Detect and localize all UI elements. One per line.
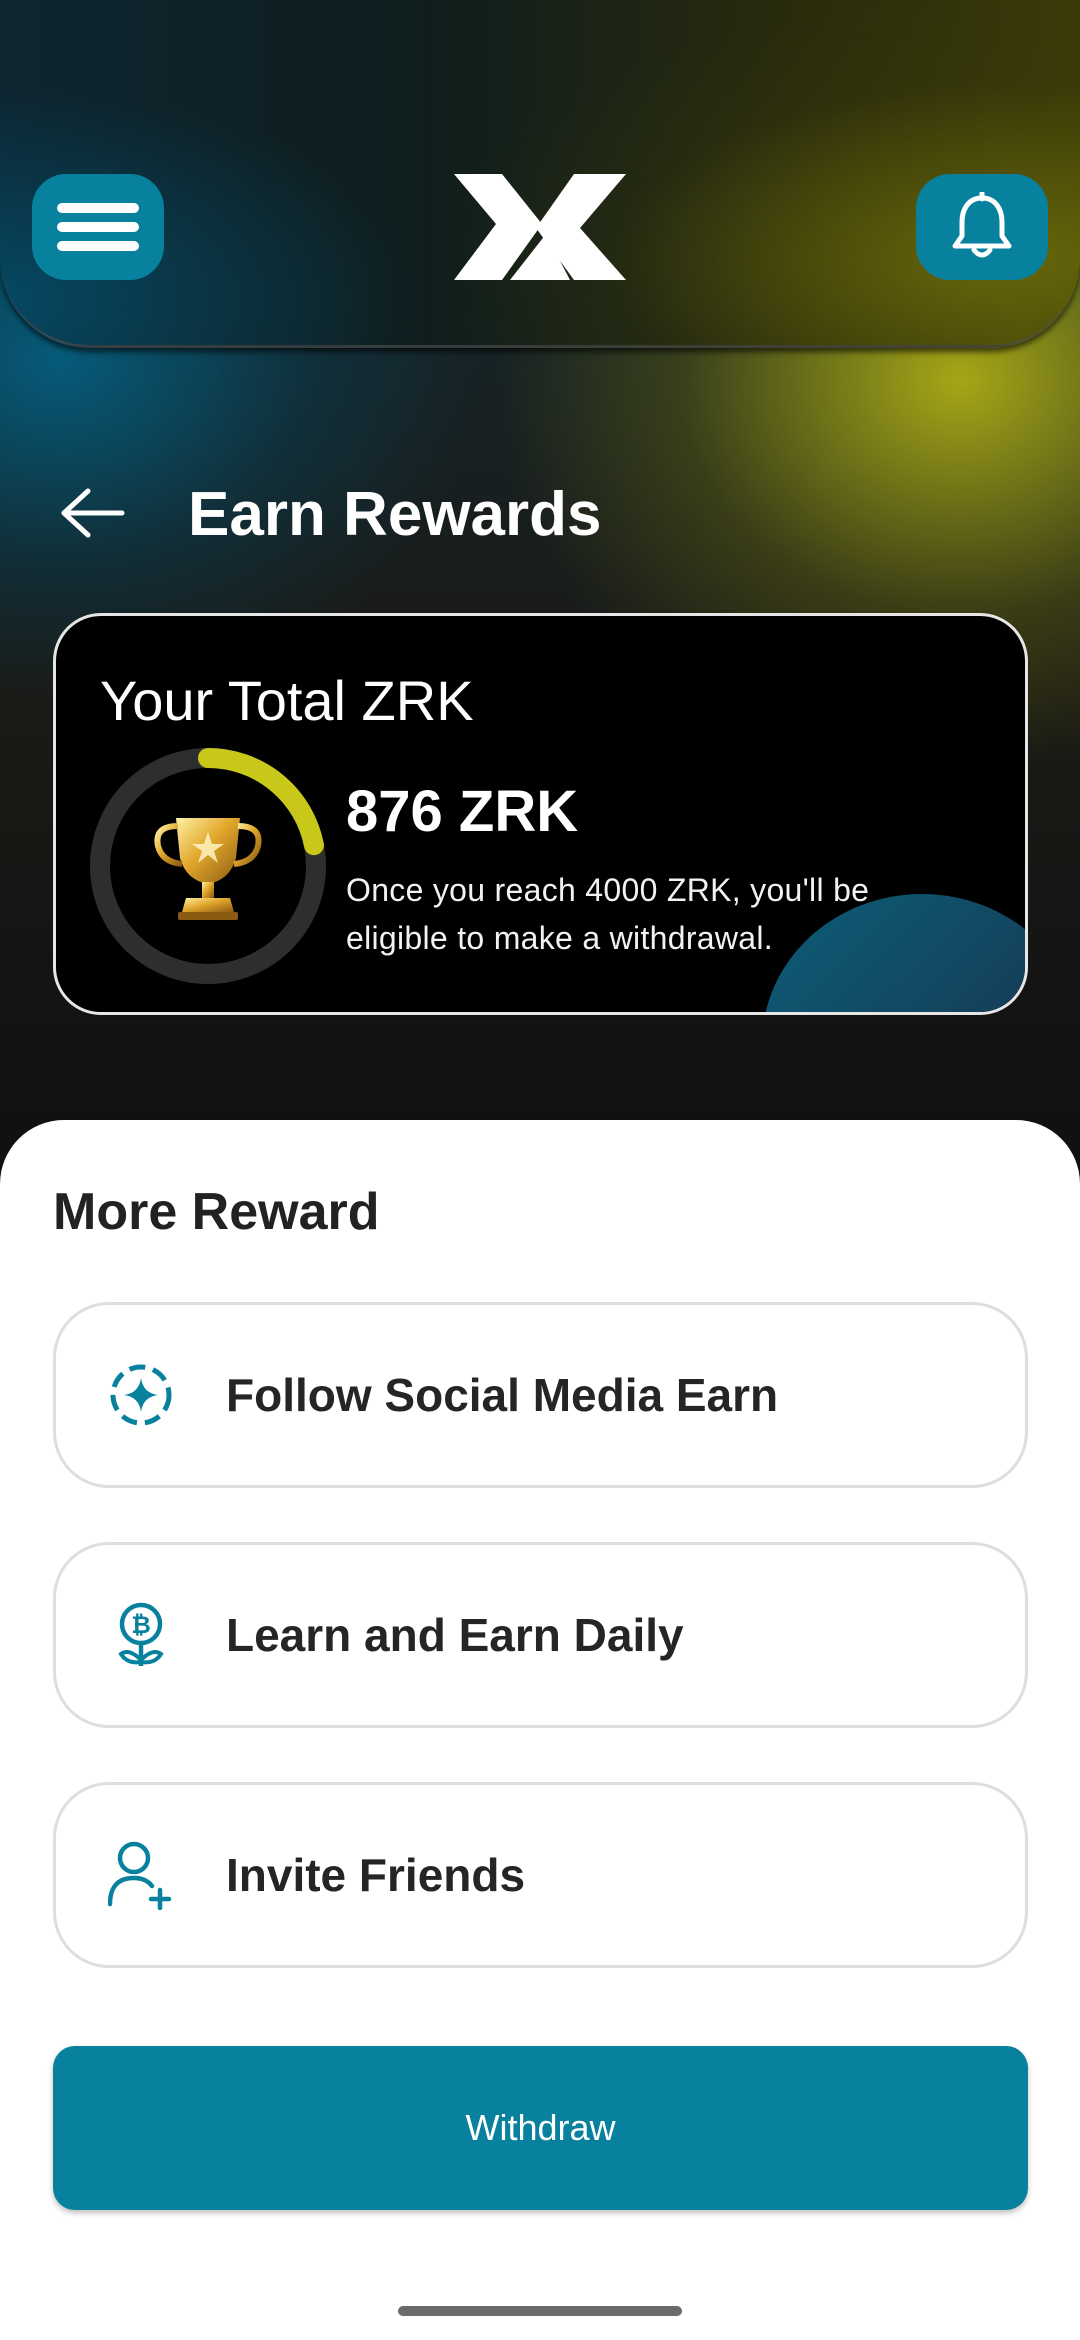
svg-text:₿: ₿ [131,1611,151,1639]
total-zrk-card: Your Total ZRK 876 ZRK Once you reach 40… [53,613,1028,1015]
back-button[interactable] [60,478,126,548]
reward-label: Learn and Earn Daily [226,1609,684,1661]
withdrawal-note: Once you reach 4000 ZRK, you'll be eligi… [346,872,870,956]
zrk-amount: 876 ZRK [346,779,579,844]
card-title: Your Total ZRK [100,669,474,732]
more-reward-sheet: More Reward Follow Social Media Earn ₿ L… [0,1120,1080,2340]
add-user-icon [106,1840,176,1910]
notifications-button[interactable] [916,174,1048,280]
reward-item-follow-social-media[interactable]: Follow Social Media Earn [53,1302,1028,1488]
sparkle-circle-icon [106,1360,176,1430]
home-indicator[interactable] [398,2306,682,2316]
withdraw-button[interactable]: Withdraw [53,2046,1028,2210]
zk-logo [454,174,626,280]
hamburger-menu-icon [57,203,139,251]
app-header [0,0,1080,348]
trophy-icon [154,818,262,920]
page-title: Earn Rewards [188,480,602,549]
arrow-left-icon [61,488,125,538]
menu-button[interactable] [32,174,164,280]
bitcoin-plant-icon: ₿ [106,1600,176,1670]
reward-label: Invite Friends [226,1849,526,1901]
reward-label: Follow Social Media Earn [226,1369,779,1421]
reward-item-learn-and-earn[interactable]: ₿ Learn and Earn Daily [53,1542,1028,1728]
reward-item-invite-friends[interactable]: Invite Friends [53,1782,1028,1968]
more-reward-title: More Reward [53,1183,380,1241]
bell-icon [952,192,1012,258]
earn-rewards-screen: Earn Rewards Your Total ZRK 876 ZRK Once… [0,0,1080,2340]
